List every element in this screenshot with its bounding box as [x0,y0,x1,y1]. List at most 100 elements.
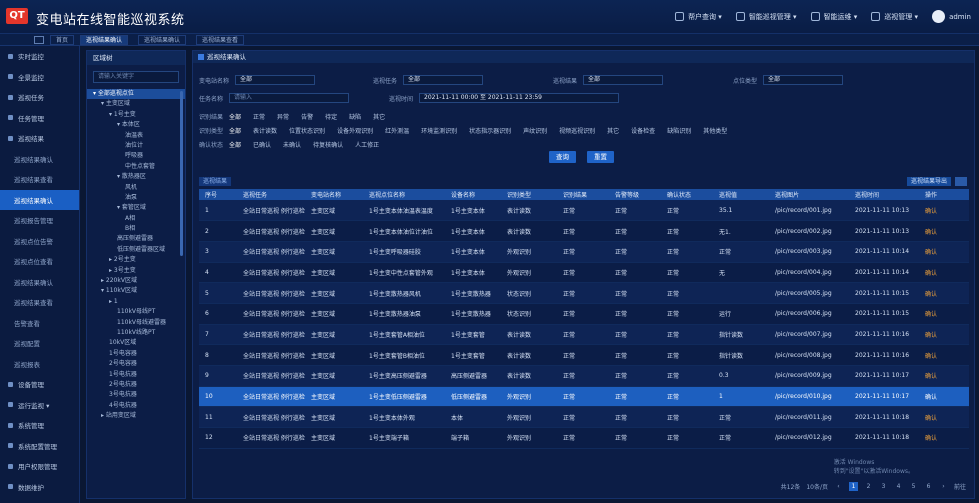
tree-node[interactable]: 10kV区域 [87,338,185,348]
filter-chip[interactable]: 异常 [277,112,289,121]
filter-chip[interactable]: 其他类型 [703,126,727,135]
sidebar-item[interactable]: 巡视结果确认 [0,189,79,210]
tree-node[interactable]: ▾ 全部巡视点位 [87,89,185,100]
tree-node[interactable]: 油温表 [87,131,185,141]
sidebar-item[interactable]: 数据维护 [0,477,79,498]
tree-node[interactable]: 1号电抗器 [87,370,185,380]
sidebar-item[interactable]: 巡视结果 [0,128,79,149]
confirm-link[interactable]: 确认 [919,303,969,325]
filter-chip[interactable]: 全部 [229,112,241,121]
column-header[interactable]: 巡视图片 [769,189,849,200]
column-header[interactable]: 设备名称 [445,189,501,200]
top-nav-item[interactable]: 智能运维 ▾ [810,12,857,22]
column-header[interactable]: 巡视时间 [849,189,919,200]
export-button[interactable]: 巡视结果导出 [906,177,951,186]
tree-node[interactable]: 2号电抗器 [87,380,185,390]
sidebar-item[interactable]: 全景监控 [0,67,79,88]
confirm-link[interactable]: 确认 [919,282,969,304]
sidebar-item[interactable]: 用户权限管理 [0,456,79,477]
tree-node[interactable]: 110kV母线避雷器 [87,318,185,328]
pager-size-select[interactable]: 10条/页 [806,482,828,491]
tree-node[interactable]: 110kV线路PT [87,328,185,338]
tree-node[interactable]: ▾ 1号主变 [87,110,185,120]
filter-chip[interactable]: 全部 [229,140,241,149]
tree-search-input[interactable]: 请输入关键字 [93,71,179,83]
tree-node[interactable]: 油位计 [87,141,185,151]
column-header[interactable]: 巡视点位名称 [363,189,445,200]
column-header[interactable]: 巡视任务 [237,189,305,200]
table-row[interactable]: 4 全站日常巡视 例行巡检 主变区域 1号主变中性点套管外观 1号主变本体 外观识别 正常正… [199,262,969,284]
filter-chip[interactable]: 红外测温 [385,126,409,135]
tree-node[interactable]: ▸ 站用变区域 [87,411,185,421]
table-row[interactable]: 11 全站日常巡视 例行巡检 主变区域 1号主变本体外观 本体 外观识别 正常 正常 正常 正常 /… [199,406,969,429]
column-header[interactable]: 告警等级 [609,189,661,200]
filter-chip[interactable]: 视频巡视识别 [559,126,595,135]
tab-1[interactable]: 首页 [50,35,75,45]
confirm-link[interactable]: 确认 [919,200,969,222]
sidebar-item[interactable]: 巡视配置 [0,333,79,354]
tree-node[interactable]: ▸ 220kV区域 [87,276,185,286]
table-row[interactable]: 8 全站日常巡视 例行巡检 主变区域 1号主变套管B相油位 1号主变套管 表计读数 正常 正常… [199,344,969,366]
tree-node[interactable]: ▾ 主变区域 [87,99,185,109]
confirm-link[interactable]: 确认 [919,324,969,346]
pager-page[interactable]: 2 [864,482,873,491]
tree-node[interactable]: 呼吸器 [87,151,185,161]
filter-chip[interactable]: 待复核确认 [313,140,343,149]
column-header[interactable]: 巡视值 [713,189,769,200]
filter-select[interactable]: 全部 [403,75,484,85]
sidebar-item[interactable]: 实时监控 [0,46,79,67]
pager-page[interactable]: 5 [909,482,918,491]
tree-node[interactable]: 油泵 [87,193,185,203]
task-name-input[interactable]: 请输入 [229,93,350,103]
tree-node[interactable]: 低压侧避雷器区域 [87,245,185,255]
pager-goto[interactable]: 前往 [954,482,966,491]
table-row[interactable]: 2 全站日常巡视 例行巡检 主变区域 1号主变本体油位计油位 1号主变本体 表计读数 正常正… [199,220,969,242]
pager-page[interactable]: › [939,482,948,491]
tab-4[interactable]: 巡视结果查看 [196,35,245,45]
sidebar-item[interactable]: 设备管理 [0,374,79,395]
filter-chip[interactable]: 已确认 [253,140,271,149]
tree-node[interactable]: A相 [87,214,185,224]
tree-scrollbar[interactable] [180,91,183,256]
confirm-link[interactable]: 确认 [919,427,969,449]
column-header[interactable]: 序号 [199,189,237,200]
table-row[interactable]: 12 全站日常巡视 例行巡检 主变区域 1号主变端子箱 端子箱 外观识别 正常 正常 正常 正常 /… [199,427,969,449]
time-range-input[interactable]: 2021-11-11 00:00 至 2021-11-11 23:59 [419,93,620,103]
tree-node[interactable]: 2号电容器 [87,359,185,369]
sidebar-item[interactable]: 巡视结果确认 [0,272,79,293]
filter-chip[interactable]: 待定 [325,112,337,121]
filter-chip[interactable]: 未确认 [283,140,301,149]
user-menu[interactable]: admin [932,10,971,23]
tree-node[interactable]: ▸ 2号主变 [87,255,185,265]
filter-chip[interactable]: 位置状态识别 [289,126,325,135]
top-nav-item[interactable]: 帮户查询 ▾ [675,12,722,22]
filter-chip[interactable]: 设备外观识别 [337,126,373,135]
sidebar-item[interactable]: 巡视点位告警 [0,231,79,252]
table-row[interactable]: 6 全站日常巡视 例行巡检 主变区域 1号主变散热器油泵 1号主变散热器 状态识别 正常 正常… [199,303,969,325]
filter-chip[interactable]: 设备检查 [631,126,655,135]
sidebar-item[interactable]: 系统管理 [0,415,79,436]
sidebar-item[interactable]: 运行监视 ▾ [0,395,79,416]
filter-chip[interactable]: 人工修正 [355,140,379,149]
pager-page[interactable]: 4 [894,482,903,491]
confirm-link[interactable]: 确认 [919,262,969,284]
filter-select[interactable]: 全部 [235,75,316,85]
pager-page[interactable]: 3 [879,482,888,491]
confirm-link[interactable]: 确认 [919,365,969,387]
filter-chip[interactable]: 告警 [301,112,313,121]
tree-node[interactable]: 1号电容器 [87,349,185,359]
tree-node[interactable]: ▾ 110kV区域 [87,286,185,296]
tree-node[interactable]: ▸ 1 [87,297,185,307]
sidebar-item[interactable]: 巡视结果确认 [0,149,79,170]
filter-select[interactable]: 全部 [763,75,844,85]
confirm-link[interactable]: 确认 [919,344,969,366]
confirm-link[interactable]: 确认 [919,220,969,242]
sidebar-item[interactable]: 系统配置管理 [0,436,79,457]
filter-chip[interactable]: 正常 [253,112,265,121]
tree-node[interactable]: 高压侧避雷器 [87,234,185,244]
pager-page[interactable]: 6 [924,482,933,491]
reset-button[interactable]: 重置 [587,151,614,163]
top-nav-item[interactable]: 智能巡视管理 ▾ [735,12,797,22]
sidebar-item[interactable]: 巡视结果查看 [0,292,79,313]
sidebar-item[interactable]: 任务管理 [0,108,79,129]
